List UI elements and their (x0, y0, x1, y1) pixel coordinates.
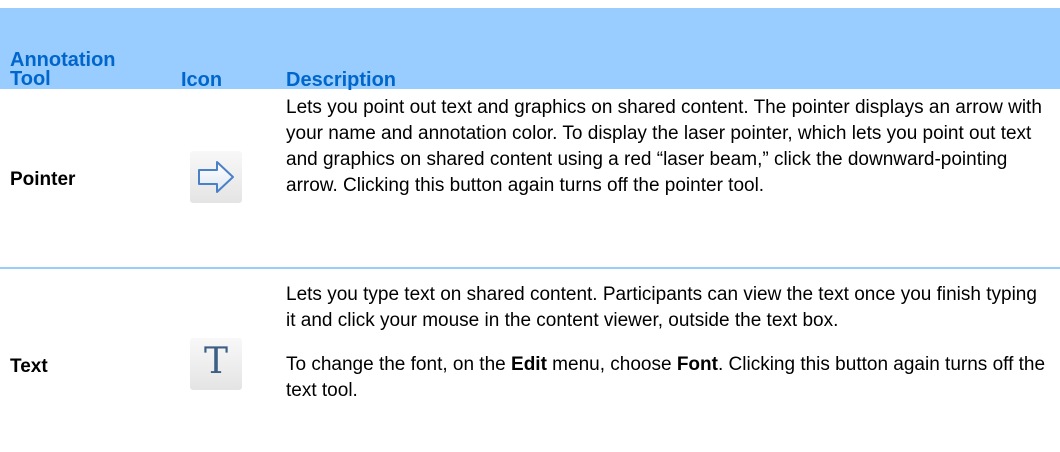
table-header: Annotation Tool Icon Description (0, 8, 1060, 91)
header-annotation-tool: Annotation Tool (10, 49, 116, 90)
description-paragraph: Lets you type text on shared content. Pa… (286, 284, 1037, 331)
pointer-arrow-icon (190, 151, 242, 203)
tool-name-text: Text (10, 356, 48, 377)
annotation-tools-table: Annotation Tool Icon Description Pointer… (0, 0, 1060, 452)
text-tool-glyph: T (203, 341, 228, 382)
font-instruction-middle: menu, choose (546, 354, 677, 375)
row-divider (0, 267, 1060, 269)
header-description: Description (286, 69, 397, 91)
description-paragraph: Lets you point out text and graphics on … (286, 97, 1042, 196)
text-tool-icon: T (190, 338, 242, 390)
pointer-arrow-svg (198, 161, 234, 193)
font-instruction-prefix: To change the font, on the (286, 354, 512, 375)
description-text: Lets you type text on shared content. Pa… (286, 282, 1046, 404)
description-pointer: Lets you point out text and graphics on … (286, 95, 1046, 199)
edit-menu-name: Edit (511, 354, 547, 375)
header-icon: Icon (181, 69, 223, 91)
font-command-name: Font (676, 354, 718, 375)
description-paragraph-font: To change the font, on the Edit menu, ch… (286, 352, 1046, 404)
tool-name-pointer: Pointer (10, 169, 76, 190)
